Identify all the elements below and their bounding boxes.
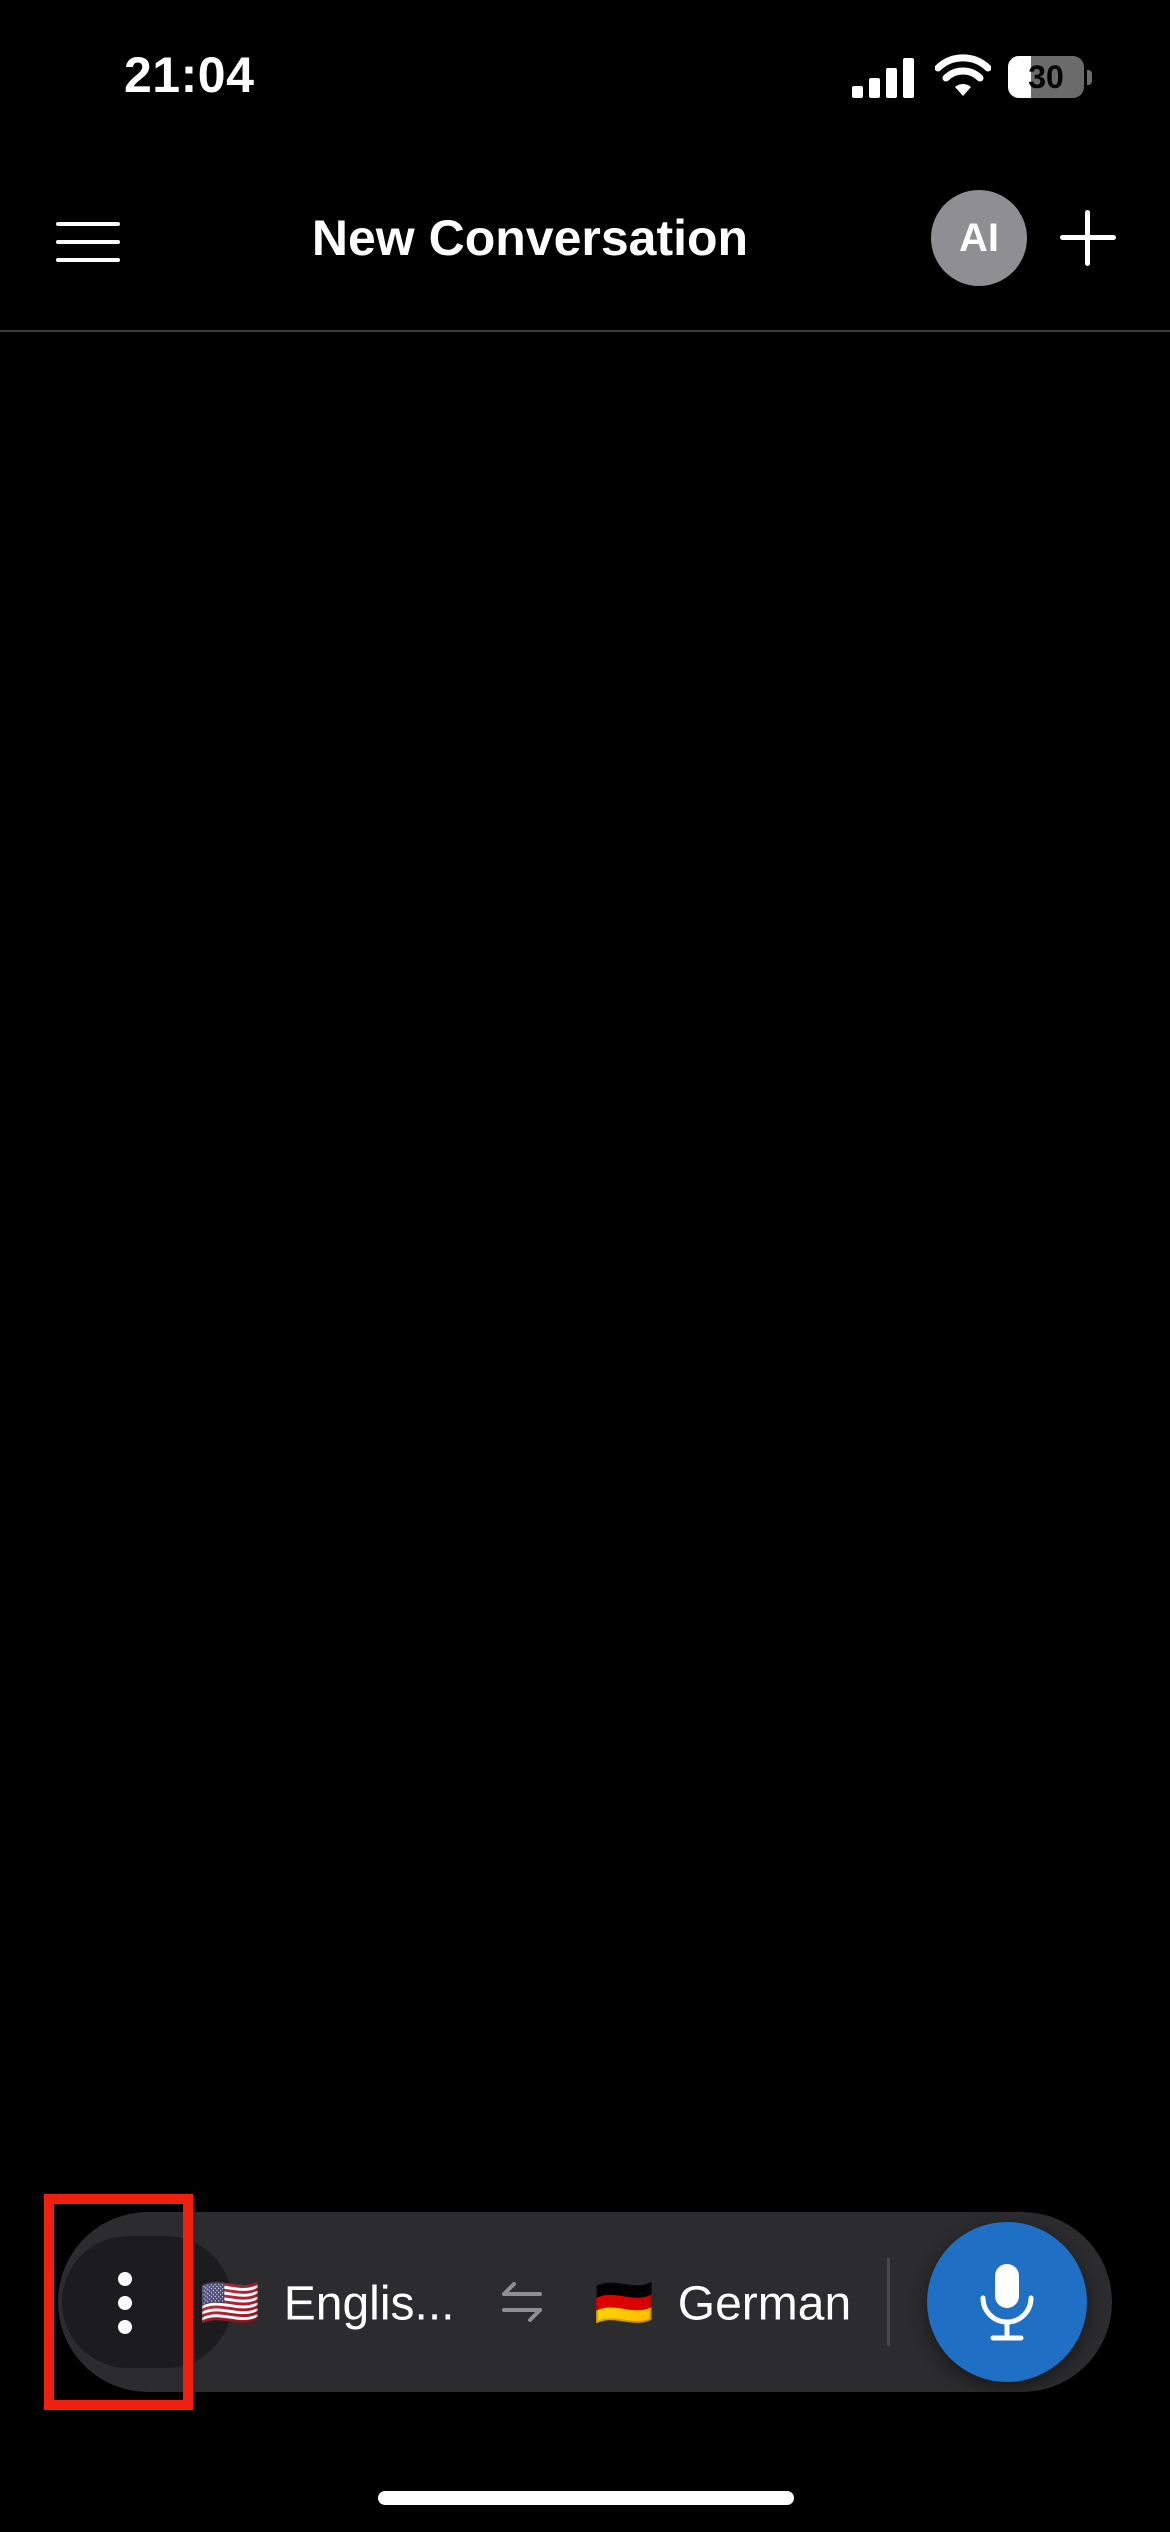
avatar[interactable]: AI <box>931 190 1027 286</box>
source-language-label: Englis... <box>283 2277 455 2331</box>
page-title: New Conversation <box>311 210 749 266</box>
battery-icon: 30 <box>1008 56 1092 100</box>
nav-header: New Conversation AI <box>0 150 1170 332</box>
target-language-button[interactable]: 🇩🇪 German <box>594 2212 851 2392</box>
hamburger-menu-icon[interactable] <box>40 212 136 272</box>
home-indicator[interactable] <box>378 2491 794 2505</box>
new-conversation-button[interactable] <box>1052 202 1124 274</box>
status-bar: 21:04 30 <box>0 0 1170 150</box>
status-time: 21:04 <box>124 47 255 103</box>
language-bar: 🇺🇸 Englis... 🇩🇪 German <box>58 2212 1112 2392</box>
swap-arrows-icon[interactable] <box>492 2272 552 2332</box>
target-language-label: German <box>677 2277 852 2331</box>
microphone-button[interactable] <box>927 2222 1087 2382</box>
microphone-icon <box>980 2264 1034 2341</box>
wifi-icon <box>935 54 991 96</box>
source-language-button[interactable]: 🇺🇸 Englis... <box>200 2212 455 2392</box>
cellular-signal-icon <box>852 58 914 98</box>
battery-body: 30 <box>1008 56 1084 98</box>
battery-level: 30 <box>1028 59 1064 95</box>
conversation-area <box>0 332 1170 2172</box>
us-flag-icon: 🇺🇸 <box>200 2277 260 2331</box>
battery-cap <box>1087 70 1092 85</box>
divider <box>887 2258 890 2346</box>
germany-flag-icon: 🇩🇪 <box>594 2277 654 2331</box>
